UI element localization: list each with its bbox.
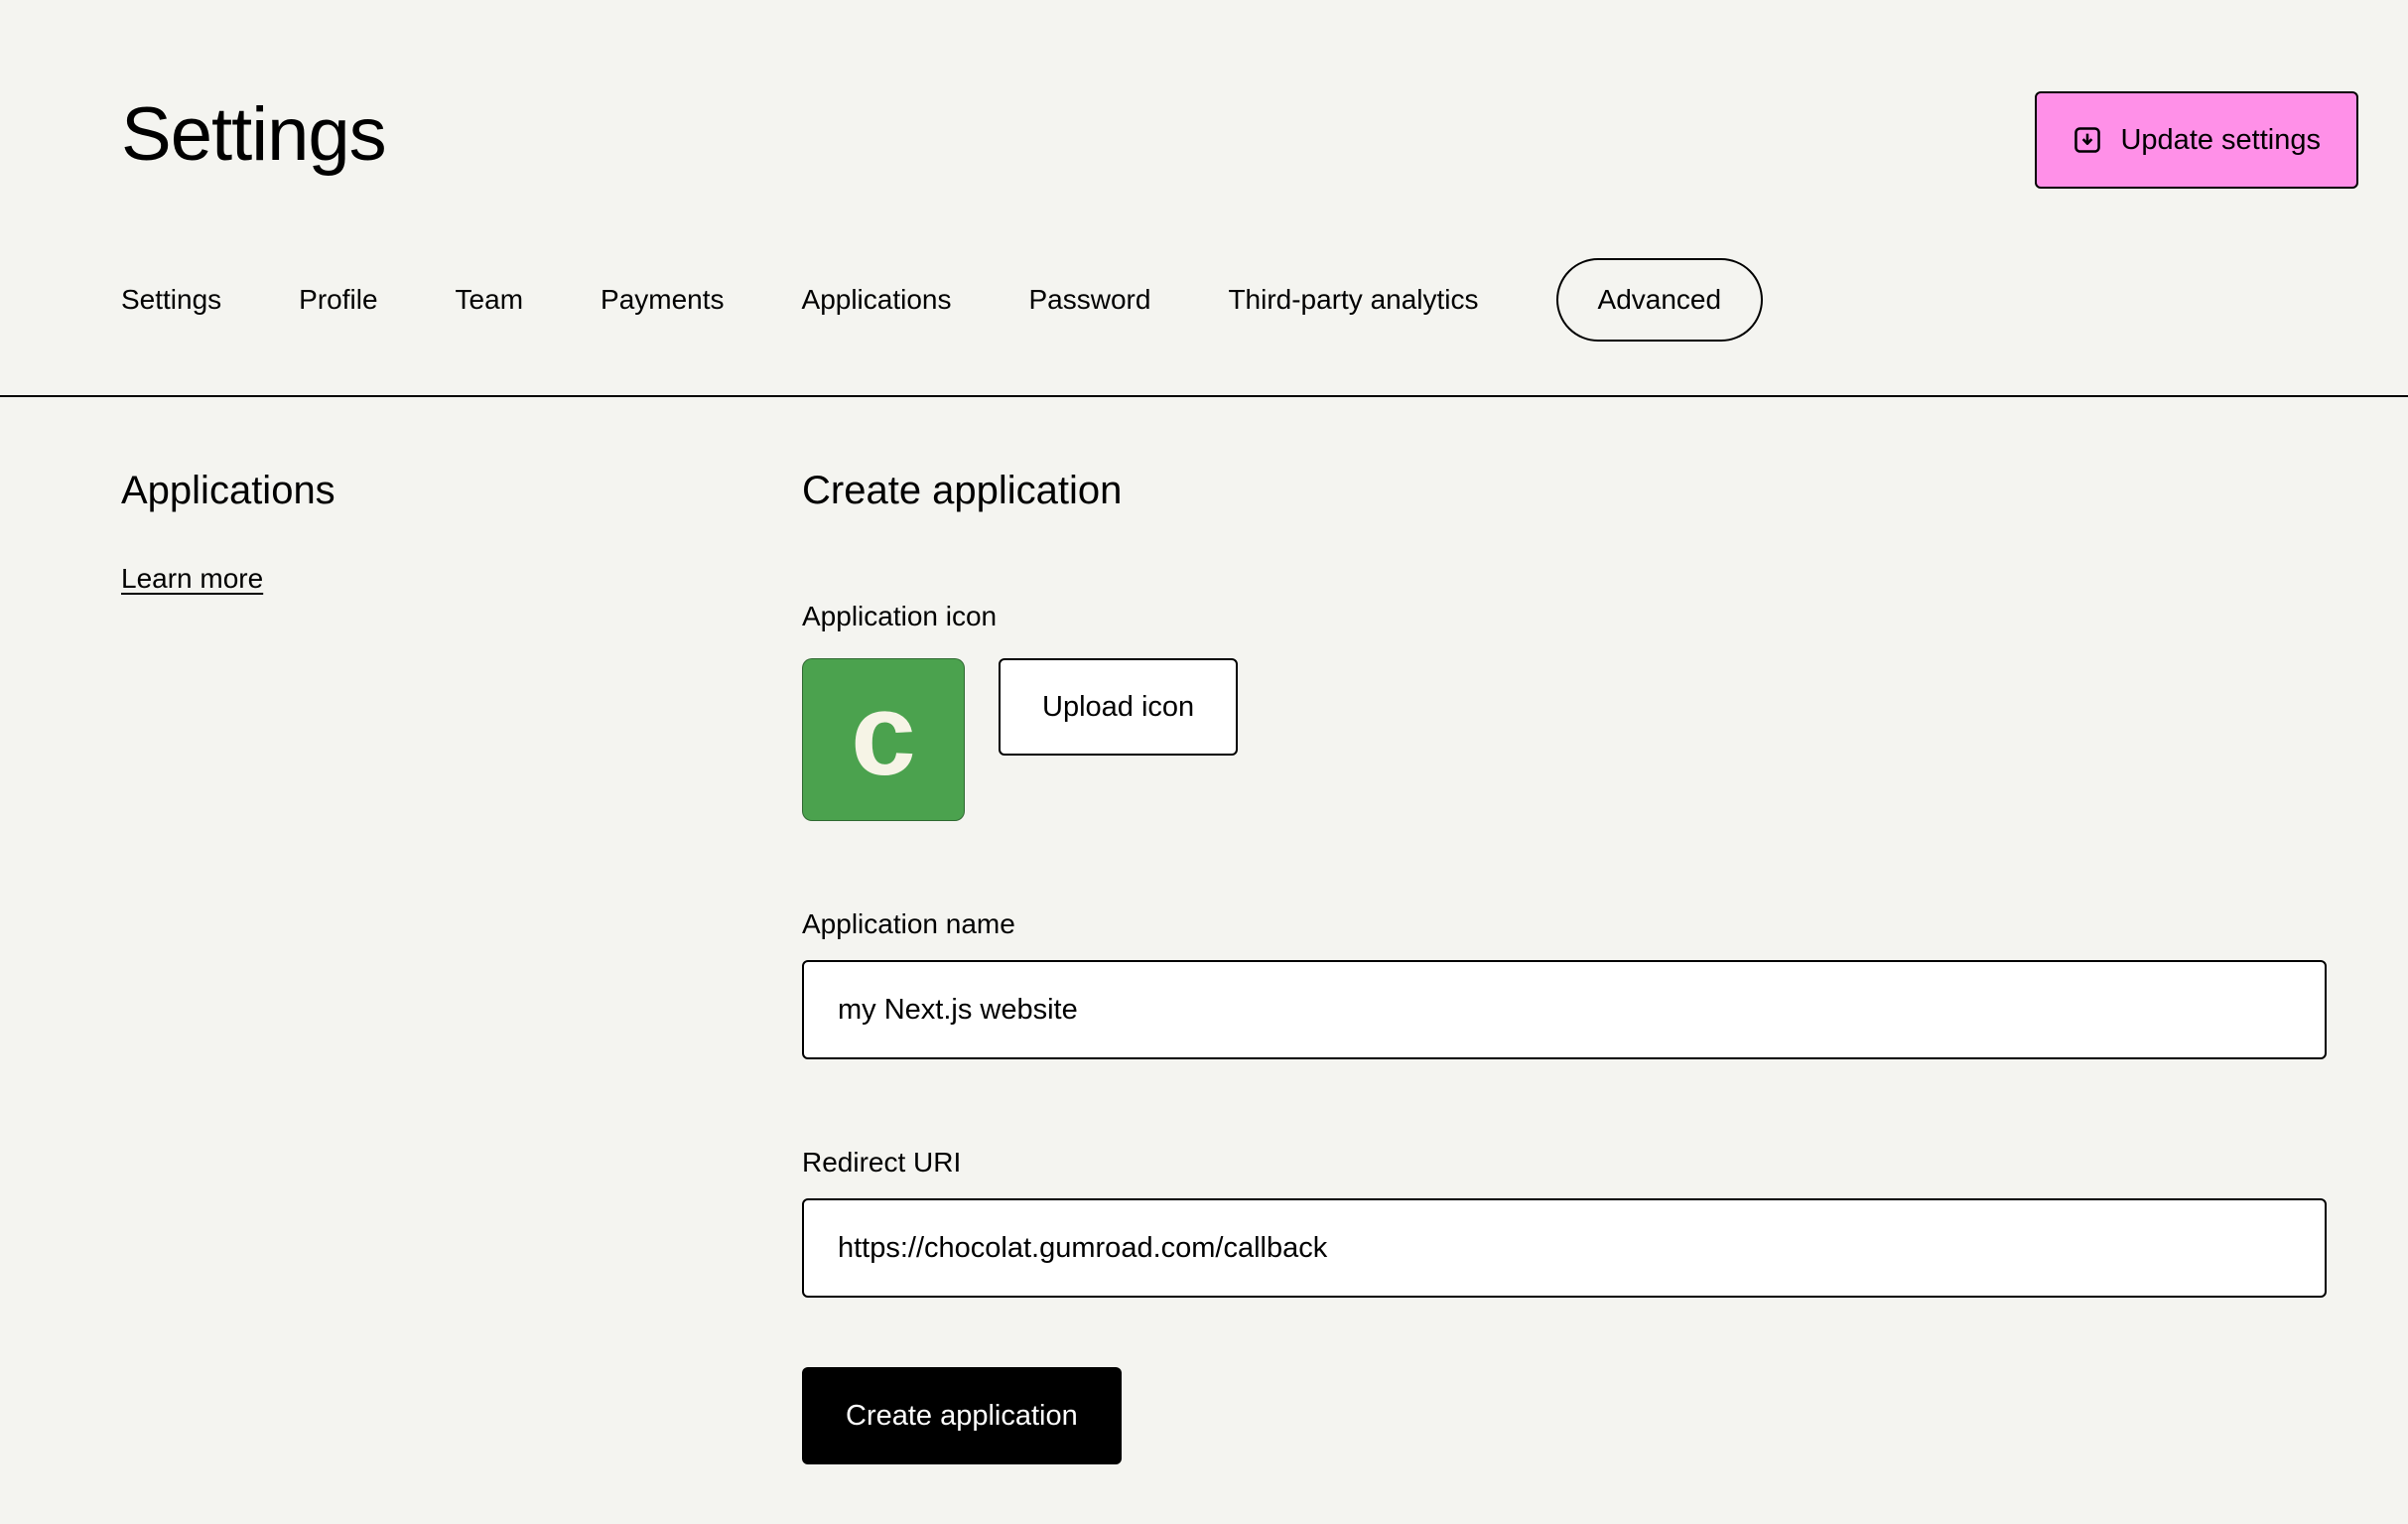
tab-team[interactable]: Team	[456, 284, 523, 316]
redirect-uri-input[interactable]	[802, 1198, 2327, 1298]
section-heading: Applications	[121, 469, 802, 513]
main-content: Applications Learn more Create applicati…	[0, 397, 2408, 1524]
application-icon-letter: c	[851, 676, 916, 793]
settings-tab-bar: Settings Profile Team Payments Applicati…	[121, 258, 2408, 342]
application-icon-preview[interactable]: c	[802, 658, 965, 821]
tab-password[interactable]: Password	[1029, 284, 1151, 316]
section-intro: Applications Learn more	[121, 469, 802, 1464]
create-application-form: Create application Application icon c Up…	[802, 469, 2327, 1464]
upload-icon-button[interactable]: Upload icon	[999, 658, 1238, 756]
application-name-input[interactable]	[802, 960, 2327, 1059]
learn-more-link[interactable]: Learn more	[121, 563, 263, 595]
application-icon-row: c Upload icon	[802, 658, 2327, 821]
tab-payments[interactable]: Payments	[601, 284, 725, 316]
redirect-uri-label: Redirect URI	[802, 1147, 2327, 1178]
form-heading: Create application	[802, 469, 2327, 513]
application-icon-label: Application icon	[802, 601, 2327, 632]
tab-settings[interactable]: Settings	[121, 284, 221, 316]
update-settings-button[interactable]: Update settings	[2035, 91, 2358, 189]
tab-profile[interactable]: Profile	[299, 284, 377, 316]
tab-third-party-analytics[interactable]: Third-party analytics	[1228, 284, 1478, 316]
save-icon	[2073, 125, 2102, 155]
tab-applications[interactable]: Applications	[802, 284, 952, 316]
application-name-label: Application name	[802, 908, 2327, 940]
header: Settings Update settings	[0, 0, 2408, 189]
tab-advanced-active[interactable]: Advanced	[1556, 258, 1764, 342]
create-application-button[interactable]: Create application	[802, 1367, 1122, 1464]
update-settings-label: Update settings	[2120, 124, 2321, 157]
page-title: Settings	[121, 91, 386, 178]
